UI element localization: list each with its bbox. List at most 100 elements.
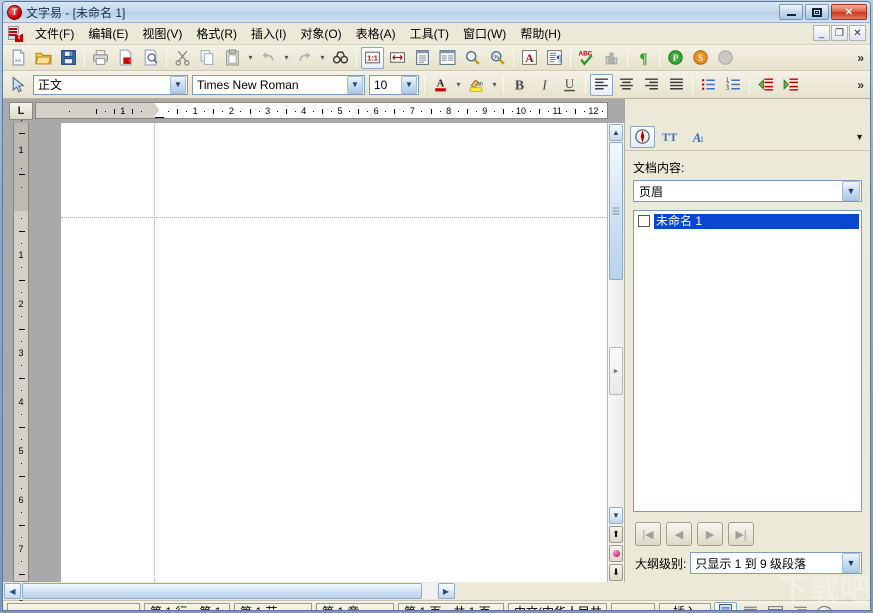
close-button[interactable]: ✕ xyxy=(831,4,867,20)
scroll-down-button[interactable]: ▼ xyxy=(609,507,623,524)
horizontal-ruler[interactable]: 1123456789101112 xyxy=(35,102,608,119)
compass-icon[interactable] xyxy=(630,125,655,148)
bullet-list-icon[interactable] xyxy=(697,74,720,96)
outline-icon[interactable] xyxy=(789,602,812,610)
align-justify-icon[interactable] xyxy=(665,74,688,96)
maximize-button[interactable] xyxy=(805,4,829,20)
indent-marker[interactable] xyxy=(154,103,165,118)
list-item[interactable]: 未命名 1 xyxy=(636,213,859,229)
first-button[interactable]: |◀ xyxy=(635,522,661,546)
numbered-list-icon[interactable]: 123 xyxy=(722,74,745,96)
font-color-icon[interactable]: A xyxy=(429,74,452,96)
fit-width-icon[interactable] xyxy=(386,47,409,69)
underline-icon[interactable]: U xyxy=(558,74,581,96)
green-pilcrow-icon[interactable]: ¶ xyxy=(632,47,655,69)
previous-button[interactable]: ◀ xyxy=(666,522,692,546)
green-p-circle-icon[interactable]: P xyxy=(664,47,687,69)
chevron-down-icon[interactable]: ▼ xyxy=(401,75,417,94)
new-page-icon[interactable] xyxy=(7,47,30,69)
zoom-slider-knob[interactable] xyxy=(817,606,832,610)
a1-icon[interactable]: A1 xyxy=(684,126,709,148)
paragraph-style-combo[interactable]: 正文 ▼ xyxy=(33,74,188,95)
font-color-dropdown-icon[interactable]: ▾ xyxy=(453,74,464,96)
menu-help[interactable]: 帮助(H) xyxy=(513,23,568,44)
printer-icon[interactable] xyxy=(89,47,112,69)
abc-check-icon[interactable]: ABC xyxy=(575,47,598,69)
minimize-button[interactable] xyxy=(779,4,803,20)
menu-object[interactable]: 对象(O) xyxy=(293,23,348,44)
next-button[interactable]: ▶ xyxy=(697,522,723,546)
tt-icon[interactable]: TT xyxy=(657,126,682,148)
clipboard-icon[interactable] xyxy=(221,47,244,69)
scroll-left-button[interactable]: ◀ xyxy=(4,583,21,599)
chevron-down-icon[interactable]: ▼ xyxy=(842,181,860,201)
increase-indent-icon[interactable] xyxy=(779,74,802,96)
menu-edit[interactable]: 编辑(E) xyxy=(81,23,135,44)
next-page-button[interactable]: ⬇ xyxy=(609,564,623,581)
horizontal-scroll-track[interactable] xyxy=(22,583,437,599)
undo-arrow-icon[interactable] xyxy=(257,47,280,69)
select-browse-object-button[interactable] xyxy=(609,545,623,562)
zoom-slider-track[interactable] xyxy=(832,611,868,612)
two-page-icon[interactable] xyxy=(436,47,459,69)
menu-tools[interactable]: 工具(T) xyxy=(403,23,456,44)
last-button[interactable]: ▶| xyxy=(728,522,754,546)
floppy-save-icon[interactable] xyxy=(57,47,80,69)
highlight-icon[interactable]: ab xyxy=(465,74,488,96)
menu-window[interactable]: 窗口(W) xyxy=(456,23,513,44)
chevron-down-icon[interactable]: ▼ xyxy=(347,75,363,94)
vertical-scroll-track[interactable]: ▸ xyxy=(608,142,624,506)
chevron-down-icon[interactable]: ▼ xyxy=(842,553,860,573)
copy-icon[interactable] xyxy=(196,47,219,69)
standard-toolbar-overflow[interactable]: » xyxy=(857,51,864,65)
magnifier-icon[interactable] xyxy=(461,47,484,69)
open-folder-icon[interactable] xyxy=(32,47,55,69)
zoom-slider[interactable] xyxy=(817,606,868,612)
document-vertical-scrollbar[interactable]: ▲ ▸ ▼ ⬆ ⬇ xyxy=(607,123,624,582)
highlight-dropdown-icon[interactable]: ▾ xyxy=(489,74,500,96)
item-checkbox[interactable] xyxy=(638,215,650,227)
web-page-icon[interactable] xyxy=(764,602,787,610)
chevron-down-icon[interactable]: ▼ xyxy=(170,75,186,94)
align-left-icon[interactable] xyxy=(590,73,613,96)
magnifier-percent-icon[interactable]: % xyxy=(486,47,509,69)
menu-view[interactable]: 视图(V) xyxy=(135,23,189,44)
menu-format[interactable]: 格式(R) xyxy=(189,23,244,44)
scroll-right-button[interactable]: ▶ xyxy=(437,583,455,599)
vertical-scroll-thumb[interactable] xyxy=(609,142,623,280)
menu-insert[interactable]: 插入(I) xyxy=(244,23,293,44)
document-page[interactable] xyxy=(61,123,607,582)
single-page-icon[interactable] xyxy=(411,47,434,69)
one-to-one-icon[interactable]: 1:1 xyxy=(361,46,384,69)
binoculars-icon[interactable] xyxy=(329,47,352,69)
pdf-icon[interactable] xyxy=(114,47,137,69)
undo-dropdown-icon[interactable]: ▾ xyxy=(281,47,292,69)
horizontal-scroll-thumb[interactable] xyxy=(22,583,422,599)
document-content-select[interactable]: 页眉 ▼ xyxy=(633,180,862,202)
bold-icon[interactable]: B xyxy=(508,74,531,96)
mdi-minimize-button[interactable]: _ xyxy=(813,25,830,41)
cursor-arrow-icon[interactable] xyxy=(7,74,30,96)
page-lines-icon[interactable] xyxy=(714,602,737,610)
align-right-icon[interactable] xyxy=(640,74,663,96)
tab-stop-selector-button[interactable]: L xyxy=(9,102,33,120)
menu-file[interactable]: 文件(F) xyxy=(28,23,81,44)
preview-icon[interactable] xyxy=(139,47,162,69)
document-content-list[interactable]: 未命名 1 xyxy=(633,210,862,512)
italic-icon[interactable]: I xyxy=(533,74,556,96)
mdi-close-button[interactable]: ✕ xyxy=(849,25,866,41)
pilcrow-page-icon[interactable]: ¶ xyxy=(543,47,566,69)
vertical-ruler[interactable]: 112345678 xyxy=(13,120,29,603)
scroll-up-button[interactable]: ▲ xyxy=(609,124,623,141)
paste-options-dropdown-icon[interactable]: ▾ xyxy=(245,47,256,69)
outline-level-select[interactable]: 只显示 1 到 9 级段落 ▼ xyxy=(690,552,862,574)
redo-dropdown-icon[interactable]: ▾ xyxy=(317,47,328,69)
lines-icon[interactable] xyxy=(739,602,762,610)
menu-table[interactable]: 表格(A) xyxy=(349,23,403,44)
previous-page-button[interactable]: ⬆ xyxy=(609,526,623,543)
align-center-icon[interactable] xyxy=(615,74,638,96)
orange-s-circle-icon[interactable]: S xyxy=(689,47,712,69)
gray-circle-icon[interactable] xyxy=(714,47,737,69)
formatting-toolbar-overflow[interactable]: » xyxy=(857,78,864,92)
font-name-combo[interactable]: Times New Roman ▼ xyxy=(192,74,365,95)
